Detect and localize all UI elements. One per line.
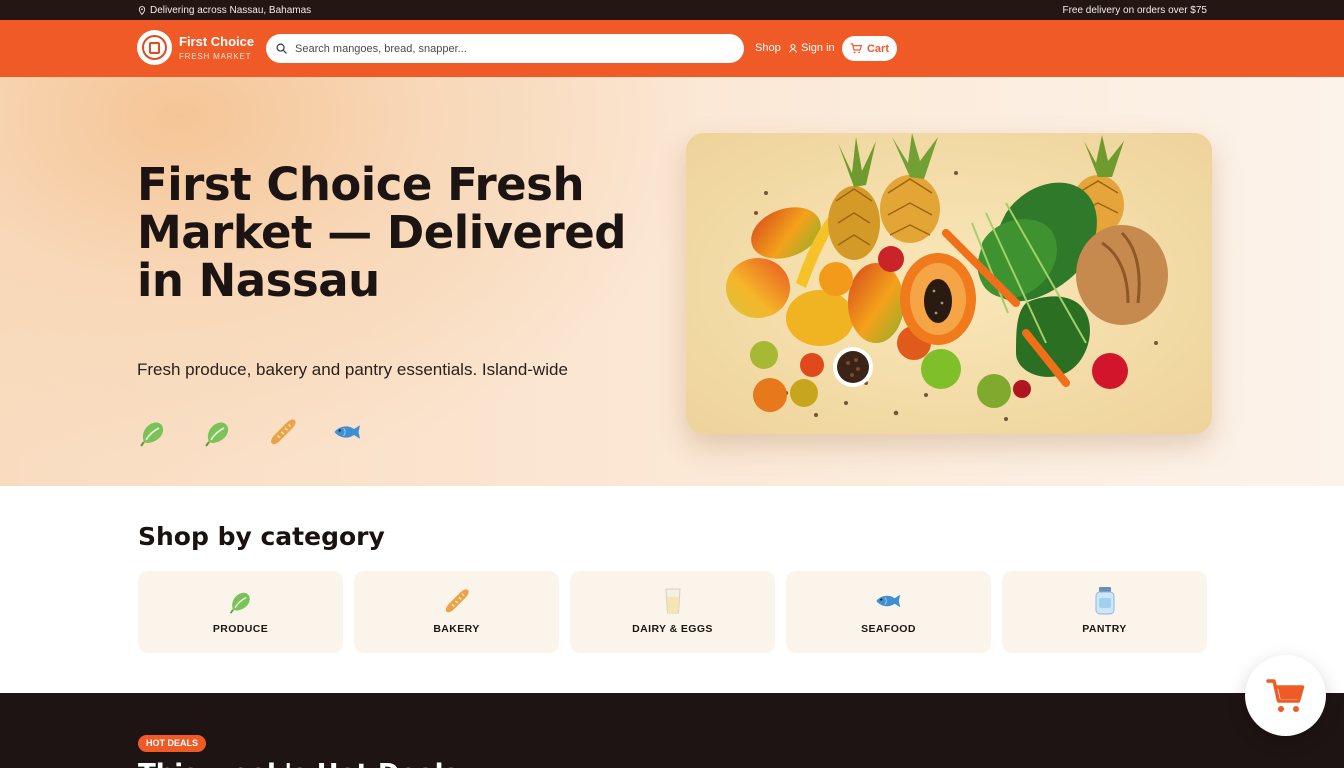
hero-subtitle: Fresh produce, bakery and pantry essenti…	[137, 360, 568, 379]
category-label: PANTRY	[1082, 623, 1127, 635]
location-text: Delivering across Nassau, Bahamas	[150, 5, 312, 16]
hero-title: First Choice Fresh Market — Delivered in…	[137, 158, 626, 307]
fish-icon	[333, 414, 363, 450]
category-label: SEAFOOD	[861, 623, 916, 635]
leafy-greens-icon	[138, 414, 168, 450]
free-delivery-promo: Free delivery on orders over $75	[1062, 5, 1207, 16]
nav-signin-link[interactable]: Sign in	[789, 42, 835, 54]
category-card-pantry[interactable]: PANTRY	[1002, 571, 1207, 653]
hot-deals-title: This week's Hot Deals	[138, 759, 459, 768]
cart-icon	[1265, 678, 1304, 712]
category-card-bakery[interactable]: BAKERY	[354, 571, 559, 653]
delivery-location: Delivering across Nassau, Bahamas	[138, 5, 311, 16]
hero-section: First Choice Fresh Market — Delivered in…	[0, 77, 1344, 486]
hero-icon-row	[138, 414, 363, 450]
category-card-produce[interactable]: PRODUCE	[138, 571, 343, 653]
cart-label: Cart	[866, 42, 889, 55]
leafy-greens-icon	[203, 414, 233, 450]
brand-subtitle: FRESH MARKET	[179, 52, 252, 61]
category-card-seafood[interactable]: SEAFOOD	[786, 571, 991, 653]
cart-button[interactable]: Cart	[842, 36, 897, 61]
brand-seal-logo[interactable]	[137, 30, 172, 65]
category-card-dairy-eggs[interactable]: DAIRY & EGGS	[570, 571, 775, 653]
cart-icon	[850, 43, 862, 54]
hot-deals-section: HOT DEALS This week's Hot Deals	[0, 693, 1344, 768]
baguette-icon	[268, 414, 298, 450]
category-section: Shop by category PRODUCE BAKERY DAIRY & …	[0, 486, 1344, 693]
floating-cart-button[interactable]	[1245, 655, 1326, 736]
search-icon	[276, 43, 287, 54]
category-heading: Shop by category	[138, 522, 385, 551]
fresh-produce-image	[686, 133, 1212, 434]
baguette-icon	[443, 587, 471, 615]
search-bar[interactable]	[266, 34, 744, 63]
signin-label: Sign in	[801, 42, 835, 54]
search-input[interactable]	[295, 42, 715, 55]
nav-shop-link[interactable]: Shop	[755, 42, 781, 54]
fish-icon	[875, 587, 903, 615]
brand-name[interactable]: First Choice	[179, 34, 254, 49]
produce-illustration	[686, 133, 1212, 434]
category-label: BAKERY	[433, 623, 480, 635]
jar-icon	[1091, 587, 1119, 615]
category-label: DAIRY & EGGS	[632, 623, 713, 635]
user-icon	[789, 43, 797, 53]
leafy-greens-icon	[227, 587, 255, 615]
milk-glass-icon	[659, 587, 687, 615]
top-announcement-bar: Delivering across Nassau, Bahamas Free d…	[0, 0, 1344, 20]
map-pin-icon	[138, 6, 146, 15]
hot-deals-badge: HOT DEALS	[138, 735, 207, 752]
main-navbar: First Choice FRESH MARKET Shop Sign in C…	[0, 20, 1344, 77]
category-label: PRODUCE	[212, 623, 269, 635]
